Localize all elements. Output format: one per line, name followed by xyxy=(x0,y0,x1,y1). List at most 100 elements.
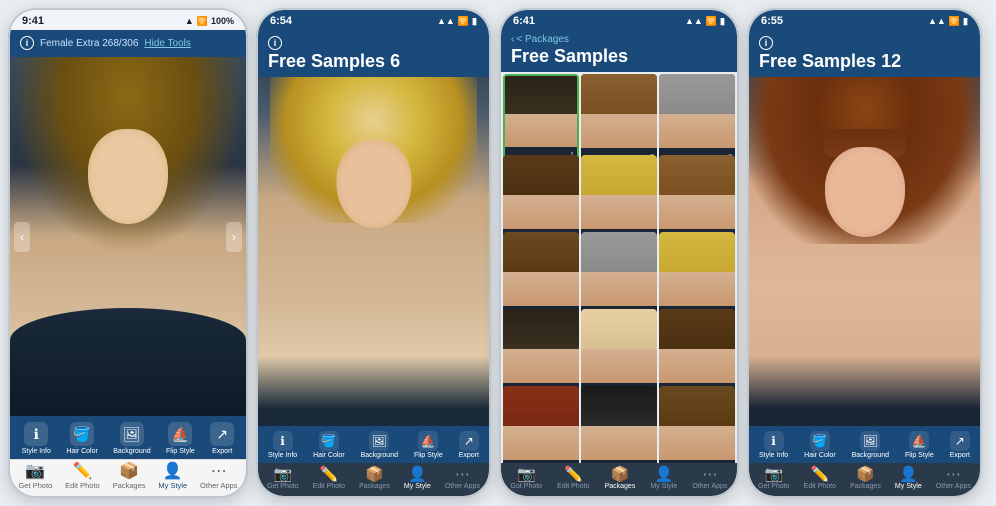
nav-arrow-left[interactable]: ‹ xyxy=(14,222,30,252)
grid-cell-6[interactable]: 6 xyxy=(659,155,735,244)
hair-color-btn[interactable]: 🪣 Hair Color xyxy=(66,422,98,455)
grid-hair-8 xyxy=(581,232,657,272)
packages-nav[interactable]: 📦 Packages xyxy=(113,464,146,490)
info-icon-2[interactable]: i xyxy=(268,36,282,50)
get-photo-nav-2[interactable]: 📷 Get Photo xyxy=(267,467,299,490)
other-apps-nav-2[interactable]: ⋯ Other Apps xyxy=(445,467,480,490)
other-apps-icon-2: ⋯ xyxy=(455,467,470,482)
grid-cell-9[interactable]: 9 xyxy=(659,232,735,321)
my-style-icon-4: 👤 xyxy=(899,467,918,482)
grid-cell-5[interactable]: 5 xyxy=(581,155,657,244)
grid-face-2 xyxy=(581,74,657,163)
header-row1-1: i Female Extra 268/306 Hide Tools xyxy=(20,36,236,50)
style-info-btn-2[interactable]: ℹ Style Info xyxy=(268,431,297,459)
grid-hair-3 xyxy=(659,74,735,114)
nav-arrow-right[interactable]: › xyxy=(226,222,242,252)
grid-face-area-4 xyxy=(503,195,579,229)
packages-nav-2[interactable]: 📦 Packages xyxy=(359,467,390,490)
info-icon-1[interactable]: i xyxy=(20,36,34,50)
grid-cell-1[interactable]: 1 xyxy=(503,74,579,163)
edit-photo-nav[interactable]: ✏️ Edit Photo xyxy=(65,464,100,490)
export-btn-2[interactable]: ↗ Export xyxy=(459,431,479,459)
export-btn-1[interactable]: ↗ Export xyxy=(210,422,234,455)
get-photo-icon-4: 📷 xyxy=(764,467,783,482)
background-icon-2: 🖼 xyxy=(369,431,389,451)
grid-cell-7[interactable]: 7 xyxy=(503,232,579,321)
grid-cell-14[interactable]: 14 xyxy=(581,386,657,463)
background-btn[interactable]: 🖼 Background xyxy=(113,422,150,455)
grid-cell-8[interactable]: 8 xyxy=(581,232,657,321)
grid-cell-2[interactable]: 2 xyxy=(581,74,657,163)
grid-face-area-11 xyxy=(581,349,657,383)
packages-icon: 📦 xyxy=(119,464,139,480)
packages-icon-4: 📦 xyxy=(856,467,875,482)
edit-photo-nav-2[interactable]: ✏️ Edit Photo xyxy=(313,467,345,490)
back-btn-3[interactable]: ‹ < Packages xyxy=(511,34,727,45)
signal-icon-1: ▲ xyxy=(185,16,194,26)
packages-label-2: Packages xyxy=(359,483,390,490)
background-label: Background xyxy=(113,448,150,455)
edit-photo-icon: ✏️ xyxy=(72,464,92,480)
app-header-2: i Free Samples 6 xyxy=(258,30,489,77)
flip-style-btn[interactable]: ⛵ Flip Style xyxy=(166,422,195,455)
edit-photo-nav-3[interactable]: ✏️ Edit Photo xyxy=(557,467,589,490)
flip-style-btn-2[interactable]: ⛵ Flip Style xyxy=(414,431,443,459)
background-btn-2[interactable]: 🖼 Background xyxy=(361,431,398,459)
toolbar-1: ℹ Style Info 🪣 Hair Color 🖼 Background ⛵… xyxy=(10,416,246,459)
grid-cell-3[interactable]: 3 xyxy=(659,74,735,163)
my-style-nav-4[interactable]: 👤 My Style xyxy=(895,467,922,490)
background-icon-4: 🖼 xyxy=(860,431,880,451)
other-apps-nav-4[interactable]: ⋯ Other Apps xyxy=(936,467,971,490)
grid-face-8 xyxy=(581,232,657,321)
grid-cell-13[interactable]: 13 xyxy=(503,386,579,463)
flip-style-btn-4[interactable]: ⛵ Flip Style xyxy=(905,431,934,459)
other-apps-label-2: Other Apps xyxy=(445,483,480,490)
flip-style-icon-2: ⛵ xyxy=(418,431,438,451)
grid-hair-4 xyxy=(503,155,579,195)
grid-face-9 xyxy=(659,232,735,321)
grid-face-area-6 xyxy=(659,195,735,229)
edit-photo-label: Edit Photo xyxy=(65,481,100,490)
grid-cell-4[interactable]: 4 xyxy=(503,155,579,244)
my-style-nav-2[interactable]: 👤 My Style xyxy=(404,467,431,490)
style-info-btn[interactable]: ℹ Style Info xyxy=(22,422,51,455)
get-photo-label: Get Photo xyxy=(18,481,52,490)
get-photo-nav[interactable]: 📷 Get Photo xyxy=(18,464,52,490)
export-label-1: Export xyxy=(212,448,232,455)
export-btn-4[interactable]: ↗ Export xyxy=(950,431,970,459)
phone-1-screen: 9:41 ▲ 🛜 100% i Female Extra 268/306 Hid… xyxy=(10,10,246,496)
grid-cell-15[interactable]: 15 xyxy=(659,386,735,463)
time-1: 9:41 xyxy=(22,15,44,27)
hair-color-btn-4[interactable]: 🪣 Hair Color xyxy=(804,431,836,459)
hair-color-btn-2[interactable]: 🪣 Hair Color xyxy=(313,431,345,459)
background-btn-4[interactable]: 🖼 Background xyxy=(852,431,889,459)
grid-hair-1 xyxy=(505,76,577,114)
grid-cell-10[interactable]: 10 xyxy=(503,309,579,398)
grid-face-area-3 xyxy=(659,114,735,148)
other-apps-nav[interactable]: ⋯ Other Apps xyxy=(200,464,238,490)
export-icon-2: ↗ xyxy=(459,431,479,451)
got-photo-nav[interactable]: 📷 Got Photo xyxy=(511,467,543,490)
grid-face-1 xyxy=(505,76,577,161)
battery-4: ▮ xyxy=(963,16,968,27)
other-apps-label-3: Other Apps xyxy=(692,483,727,490)
grid-face-area-12 xyxy=(659,349,735,383)
grid-cell-12[interactable]: 12 xyxy=(659,309,735,398)
other-apps-nav-3[interactable]: ⋯ Other Apps xyxy=(692,467,727,490)
packages-nav-4[interactable]: 📦 Packages xyxy=(850,467,881,490)
edit-photo-nav-4[interactable]: ✏️ Edit Photo xyxy=(804,467,836,490)
woman-photo-1 xyxy=(10,57,246,416)
hide-tools-btn[interactable]: Hide Tools xyxy=(144,38,191,49)
export-label-2: Export xyxy=(459,452,479,459)
info-icon-4[interactable]: i xyxy=(759,36,773,50)
packages-nav-3[interactable]: 📦 Packages xyxy=(605,467,636,490)
my-style-nav[interactable]: 👤 My Style xyxy=(158,464,187,490)
my-style-nav-3[interactable]: 👤 My Style xyxy=(650,467,677,490)
get-photo-nav-4[interactable]: 📷 Get Photo xyxy=(758,467,790,490)
grid-cell-11[interactable]: 11 xyxy=(581,309,657,398)
style-info-btn-4[interactable]: ℹ Style Info xyxy=(759,431,788,459)
phone-3: 6:41 ▲▲ 🛜 ▮ ‹ < Packages Free Samples xyxy=(499,8,739,498)
edit-photo-label-3: Edit Photo xyxy=(557,483,589,490)
grid-face-5 xyxy=(581,155,657,244)
sample-photo-2 xyxy=(258,77,489,426)
